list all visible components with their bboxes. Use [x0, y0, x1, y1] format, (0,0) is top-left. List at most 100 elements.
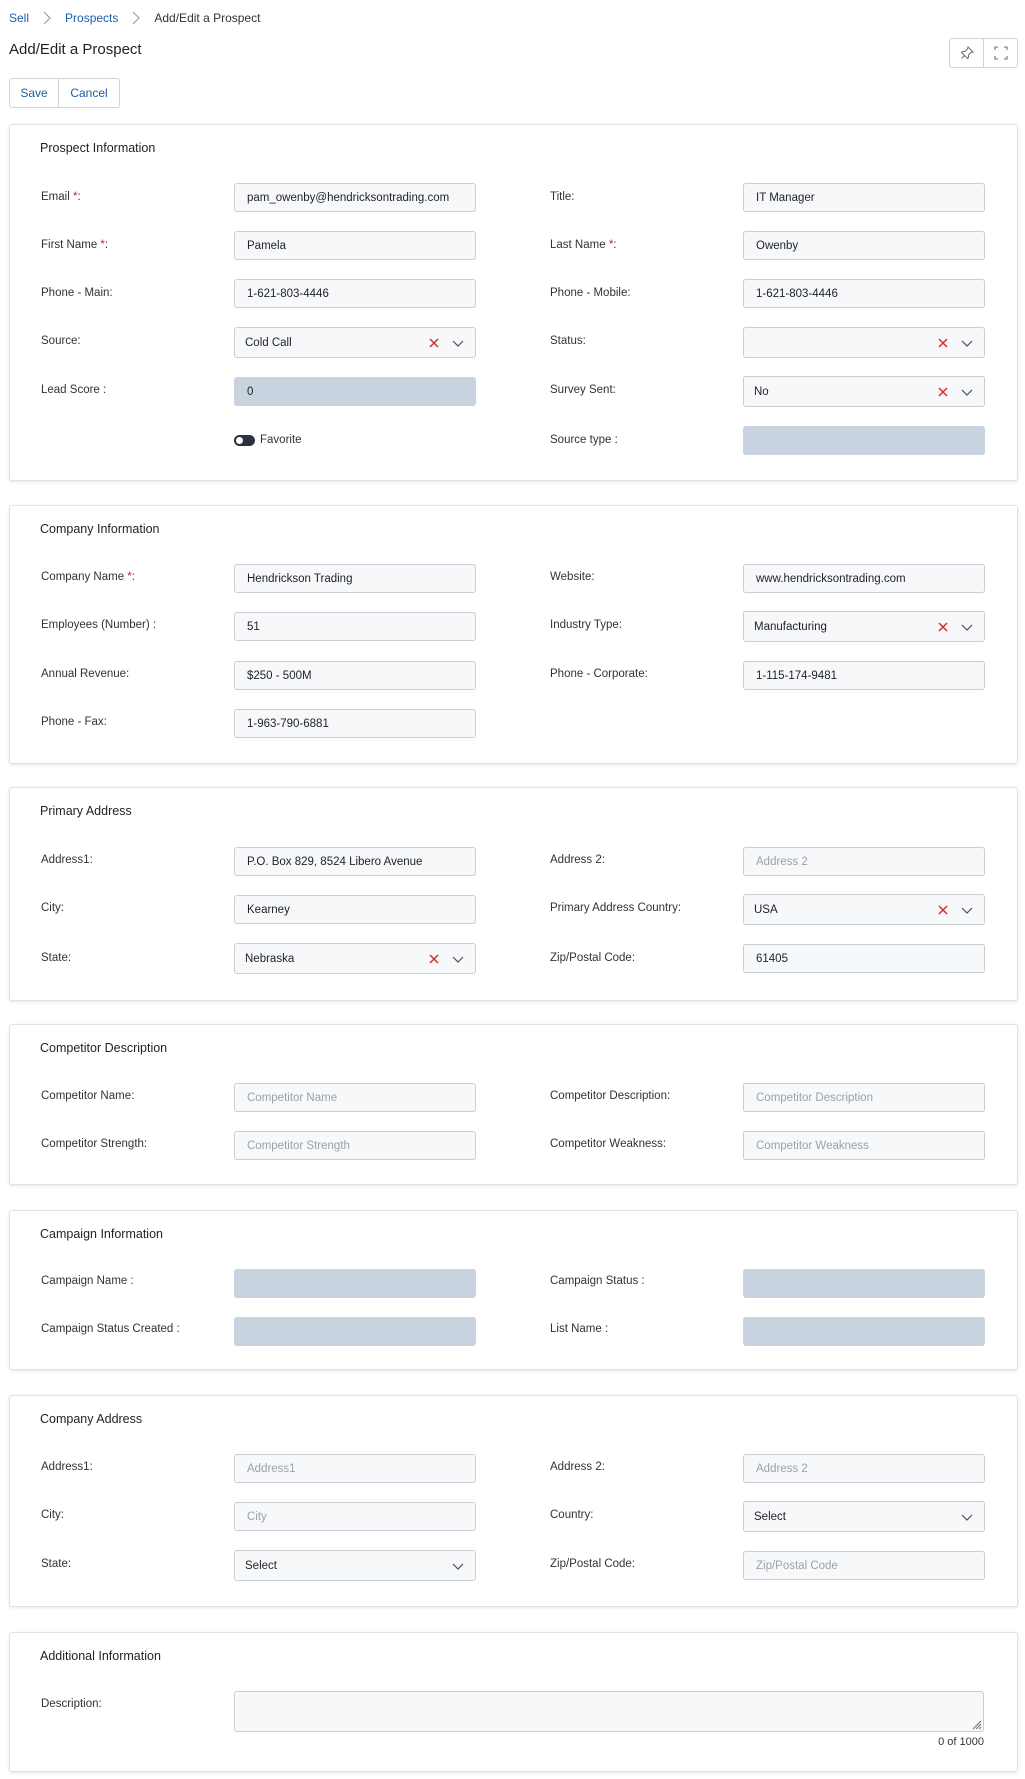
header-tools	[949, 38, 1018, 68]
additional-information-panel: Additional Information Description: 0 of…	[9, 1632, 1018, 1772]
website-field[interactable]: www.hendricksontrading.com	[743, 564, 985, 593]
competitor-strength-field[interactable]: Competitor Strength	[234, 1131, 476, 1160]
website-label: Website:	[550, 571, 595, 583]
source-select[interactable]: Cold Call	[234, 327, 476, 358]
campaign-information-panel: Campaign Information Campaign Name : Cam…	[9, 1210, 1018, 1370]
zip-label: Zip/Postal Code:	[550, 952, 636, 964]
competitor-weakness-label: Competitor Weakness:	[550, 1138, 667, 1150]
phone-mobile-label: Phone - Mobile:	[550, 287, 631, 299]
company-information-panel: Company Information Company Name *: Hend…	[9, 505, 1018, 764]
annual-revenue-field[interactable]: $250 - 500M	[234, 661, 476, 690]
primary-address-panel: Primary Address Address1: P.O. Box 829, …	[9, 787, 1018, 1001]
campaign-status-field	[743, 1269, 985, 1298]
clear-icon[interactable]	[936, 385, 950, 399]
competitor-description-field[interactable]: Competitor Description	[743, 1083, 985, 1112]
chevron-down-icon[interactable]	[451, 952, 465, 966]
company-address2-label: Address 2:	[550, 1461, 605, 1473]
primary-address-country-label: Primary Address Country:	[550, 902, 682, 914]
prospect-information-panel: Prospect Information Email *: pam_owenby…	[9, 124, 1018, 481]
clear-icon[interactable]	[936, 620, 950, 634]
panel-title: Competitor Description	[40, 1041, 168, 1055]
toggle-switch[interactable]	[234, 434, 255, 446]
pin-button[interactable]	[950, 39, 983, 67]
company-country-select[interactable]: Select	[743, 1501, 985, 1532]
description-label: Description:	[41, 1698, 102, 1710]
phone-mobile-field[interactable]: 1-621-803-4446	[743, 279, 985, 308]
address2-field[interactable]: Address 2	[743, 847, 985, 876]
phone-fax-field[interactable]: 1-963-790-6881	[234, 709, 476, 738]
chevron-down-icon[interactable]	[960, 1510, 974, 1524]
competitor-description-panel: Competitor Description Competitor Name: …	[9, 1024, 1018, 1185]
chevron-down-icon[interactable]	[960, 620, 974, 634]
survey-sent-select[interactable]: No	[743, 376, 985, 407]
cancel-button[interactable]: Cancel	[58, 79, 119, 107]
company-state-label: State:	[41, 1558, 72, 1570]
address1-field[interactable]: P.O. Box 829, 8524 Libero Avenue	[234, 847, 476, 876]
state-label: State:	[41, 952, 72, 964]
competitor-weakness-field[interactable]: Competitor Weakness	[743, 1131, 985, 1160]
primary-address-country-select[interactable]: USA	[743, 894, 985, 925]
zip-field[interactable]: 61405	[743, 944, 985, 973]
email-field[interactable]: pam_owenby@hendricksontrading.com	[234, 183, 476, 212]
panel-title: Primary Address	[40, 804, 132, 818]
clear-icon[interactable]	[936, 903, 950, 917]
breadcrumb-sell-link[interactable]: Sell	[9, 11, 29, 25]
phone-fax-label: Phone - Fax:	[41, 716, 107, 728]
company-address1-field[interactable]: Address1	[234, 1454, 476, 1483]
industry-type-select[interactable]: Manufacturing	[743, 611, 985, 642]
source-label: Source:	[41, 335, 81, 347]
first-name-field[interactable]: Pamela	[234, 231, 476, 260]
chevron-right-icon	[132, 11, 141, 25]
source-type-label: Source type :	[550, 434, 618, 446]
company-zip-label: Zip/Postal Code:	[550, 1558, 636, 1570]
chevron-down-icon[interactable]	[960, 336, 974, 350]
panel-title: Company Information	[40, 522, 160, 536]
clear-icon[interactable]	[936, 336, 950, 350]
survey-sent-value: No	[754, 385, 769, 398]
company-city-field[interactable]: City	[234, 1502, 476, 1531]
form-actions: Save Cancel	[9, 78, 120, 108]
title-field[interactable]: IT Manager	[743, 183, 985, 212]
clear-icon[interactable]	[427, 336, 441, 350]
phone-main-field[interactable]: 1-621-803-4446	[234, 279, 476, 308]
last-name-field[interactable]: Owenby	[743, 231, 985, 260]
status-select[interactable]	[743, 327, 985, 358]
company-address2-field[interactable]: Address 2	[743, 1454, 985, 1483]
chevron-down-icon[interactable]	[451, 1559, 465, 1573]
resize-handle-icon[interactable]	[970, 1718, 982, 1730]
chevron-down-icon[interactable]	[960, 903, 974, 917]
state-select[interactable]: Nebraska	[234, 943, 476, 974]
competitor-strength-label: Competitor Strength:	[41, 1138, 148, 1150]
employees-field[interactable]: 51	[234, 612, 476, 641]
save-button[interactable]: Save	[10, 79, 58, 107]
first-name-label: First Name *:	[41, 239, 109, 251]
favorite-label: Favorite	[260, 434, 302, 446]
phone-corporate-field[interactable]: 1-115-174-9481	[743, 661, 985, 690]
clear-icon[interactable]	[427, 952, 441, 966]
competitor-description-label: Competitor Description:	[550, 1090, 671, 1102]
company-zip-field[interactable]: Zip/Postal Code	[743, 1551, 985, 1580]
campaign-name-field	[234, 1269, 476, 1298]
panel-title: Campaign Information	[40, 1227, 163, 1241]
lead-score-field: 0	[234, 377, 476, 406]
campaign-status-label: Campaign Status :	[550, 1275, 645, 1287]
city-field[interactable]: Kearney	[234, 895, 476, 924]
description-textarea[interactable]	[234, 1691, 984, 1732]
chevron-down-icon[interactable]	[960, 385, 974, 399]
company-country-label: Country:	[550, 1509, 594, 1521]
annual-revenue-label: Annual Revenue:	[41, 668, 130, 680]
campaign-status-created-field	[234, 1317, 476, 1346]
favorite-toggle[interactable]: Favorite	[234, 434, 302, 446]
competitor-name-field[interactable]: Competitor Name	[234, 1083, 476, 1112]
pin-icon	[960, 46, 974, 60]
company-state-select[interactable]: Select	[234, 1550, 476, 1581]
company-name-field[interactable]: Hendrickson Trading	[234, 564, 476, 593]
title-label: Title:	[550, 191, 575, 203]
chevron-down-icon[interactable]	[451, 336, 465, 350]
list-name-label: List Name :	[550, 1323, 609, 1335]
breadcrumb-prospects-link[interactable]: Prospects	[65, 11, 118, 25]
state-value: Nebraska	[245, 952, 295, 965]
survey-sent-label: Survey Sent:	[550, 384, 616, 396]
source-type-field	[743, 426, 985, 455]
expand-button[interactable]	[983, 39, 1017, 67]
